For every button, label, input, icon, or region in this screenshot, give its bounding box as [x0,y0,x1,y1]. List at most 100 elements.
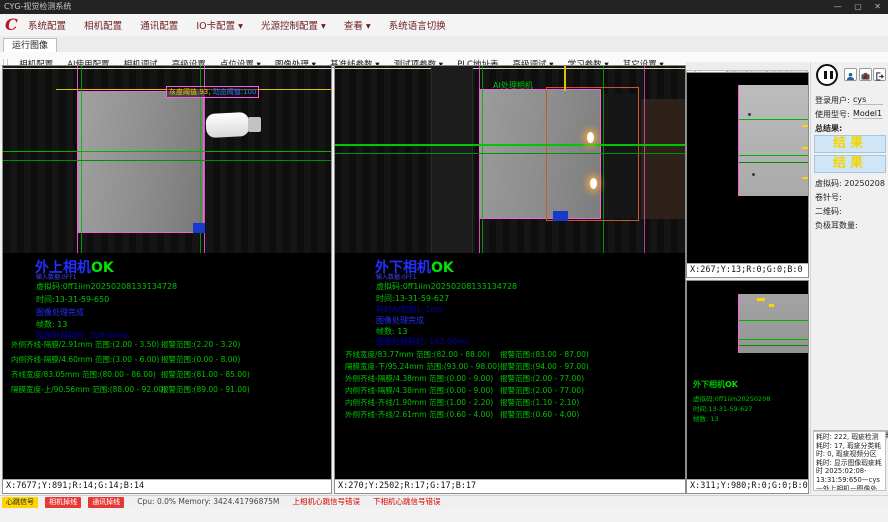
yellow-mark [802,125,808,127]
user-lock-button[interactable] [844,68,857,81]
green-hline [739,162,808,163]
control-panel: 登录用户: cys 使用型号: Model1 总结果: 结果 结果 虚拟码: 2… [810,62,888,494]
green-hline-2 [3,160,331,161]
preview2-line: 帧数: 13 [693,413,719,423]
preview1-image[interactable] [738,85,808,196]
measure-row: 隔膜宽度-下/95.24mm 范围:(93.00 - 98.00) 报警范围:(… [345,361,500,372]
camera-name: 外下相机 [693,380,725,389]
measure-row: 外侧齐线-齐线/2.61mm 范围:(0.60 - 4.00) 报警范围:(0.… [345,409,493,420]
measure-row: 齐线宽度/83.05mm 范围:(80.00 - 86.00) 报警范围:(81… [11,369,156,380]
app-logo-icon: C [5,15,18,34]
alarm-range: 报警范围:(81.00 - 85.00) [161,369,250,380]
frame-count-line: 帧数: 13 [36,319,67,330]
machine-column [431,66,473,253]
preview-tab-strip: 辅助图显示外环内视图底部内视图 [686,62,809,72]
menu-bar: C 系统配置 相机配置 通讯配置 IO卡配置 ▾ 光源控制配置 ▾ 查看 ▾ 系… [0,14,888,37]
login-user-label: 登录用户: [815,95,850,106]
blue-marker [193,223,205,233]
camera-offline-badge: 相机掉线 [45,497,81,508]
pixel-coords-preview2: X:311;Y:980;R:0;G:0;B:0 [687,479,808,493]
elapsed-line: 图像处理耗时: 163.00ms [376,336,469,347]
status-bar: 心跳信号 相机掉线 通讯掉线 Cpu: 0.0% Memory: 3424.41… [0,495,888,509]
camera-panel-lower: AI处理相机 外下相机OK 输入数据:0FF1 虚拟码:0ff1iim20250… [334,65,686,494]
bright-line [335,68,685,69]
logout-button[interactable] [873,68,886,81]
app-window: CYG-视觉检测系统 — ▢ ✕ C 系统配置 相机配置 通讯配置 IO卡配置 … [0,0,888,522]
menu-light-config[interactable]: 光源控制配置 ▾ [261,16,326,38]
measure-row: 外侧齐线-隔膜/4.38mm 范围:(0.00 - 9.00) 报警范围:(2.… [345,373,493,384]
tab-strip: 运行图像 [0,36,888,53]
camera-image-lower[interactable]: AI处理相机 [335,66,685,253]
green-hline-1 [3,151,331,152]
menu-io-config[interactable]: IO卡配置 ▾ [196,16,243,38]
measure-row: 内侧齐线-隔膜/4.60mm 范围:(3.00 - 6.00) 报警范围:(0.… [11,354,159,365]
alarm-range: 报警范围:(2.00 - 77.00) [500,385,584,396]
menu-view[interactable]: 查看 ▾ [344,16,371,38]
bright-line [3,68,331,69]
process-done-line: 图像处理完成 [376,315,424,326]
cell-region [77,91,204,233]
menu-comm-config[interactable]: 通讯配置 [140,16,178,38]
green-vline-left [482,66,483,253]
preview-panel-1: X:267;Y:13;R:0;G:0;B:0 [686,72,809,278]
camera-panel-upper: 灰度阈值:93, 动态阈值:100 外上相机OK 输入数据:0FF1 虚拟码:0… [2,65,332,494]
weld-flame-2 [590,178,597,189]
roller [205,112,249,138]
dynamic-threshold: 动态阈值:100 [213,88,257,96]
comm-offline-badge: 通讯掉线 [88,497,124,508]
camera-image-upper[interactable]: 灰度阈值:93, 动态阈值:100 [3,66,331,253]
alarm-range: 报警范围:(89.00 - 91.00) [161,384,250,395]
gray-threshold: 灰度阈值:93, [169,88,211,96]
user-lock-icon [846,72,855,81]
pause-button[interactable] [816,64,838,86]
model-label: 使用型号: [815,109,850,120]
measure-value: 隔膜宽度-上/90.56mm 范围:(88.00 - 92.00) [11,385,166,394]
alarm-range: 报警范围:(83.00 - 87.00) [500,349,589,360]
info-log-text: 耗时: 222, 瑕疵检测耗时: 17, 瑕疵分类耗时: 0, 瑕疵视频分区耗时… [813,431,886,491]
time-line: 时间:13-31-59-650 [36,294,109,305]
maximize-icon[interactable]: ▢ [849,0,867,14]
preview2-line: 虚拟码:0ff1iim20250208 [693,393,770,403]
menu-language-switch[interactable]: 系统语言切换 [389,16,446,38]
menu-camera-config[interactable]: 相机配置 [84,16,122,38]
virtual-code-line: 虚拟码:0ff1iim20250208133134728 [376,281,517,292]
login-user-value: cys [853,95,883,105]
weld-flame-1 [587,132,594,143]
roi-vline-right [644,66,645,253]
tab-run-image[interactable]: 运行图像 [3,38,57,53]
heartbeat-badge: 心跳信号 [2,497,38,508]
alarm-range: 报警范围:(94.00 - 97.00) [500,361,589,372]
preview2-image[interactable] [738,294,808,353]
result-ok: OK [431,260,454,276]
green-hline [739,345,808,346]
window-title: CYG-视觉检测系统 [0,2,71,11]
camera-button[interactable] [859,68,872,81]
measure-value: 隔膜宽度-下/95.24mm 范围:(93.00 - 98.00) [345,362,500,371]
measure-value: 内侧齐线-隔膜/4.38mm 范围:(0.00 - 9.00) [345,386,493,395]
measure-value: 外侧齐线-齐线/2.61mm 范围:(0.60 - 4.00) [345,410,493,419]
virtual-code-label: 虚拟码: 20250208 [815,178,885,189]
qr-code-label: 二维码: [815,206,842,217]
measure-row: 内侧齐线-隔膜/4.38mm 范围:(0.00 - 9.00) 报警范围:(2.… [345,385,493,396]
close-icon[interactable]: ✕ [869,0,886,14]
green-hline-2 [335,153,685,154]
minimize-icon[interactable]: — [829,0,847,14]
alarm-range: 报警范围:(0.60 - 4.00) [500,409,579,420]
pixel-coords-preview1: X:267;Y:13;R:0;G:0;B:0 [687,263,808,277]
green-vline-right [603,66,604,253]
measure-value: 齐线宽度/83.77mm 范围:(82.00 - 88.00) [345,350,490,359]
menu-system-config[interactable]: 系统配置 [28,16,66,38]
brown-region [641,99,685,219]
pixel-coords-lower: X:270;Y:2502;R:17;G:17;B:17 [335,479,685,493]
alarm-range: 报警范围:(2.00 - 77.00) [500,373,584,384]
measure-row: 外侧齐线-隔膜/2.91mm 范围:(2.00 - 3.50) 报警范围:(2.… [11,339,159,350]
input-data-line: 输入数据:0FF1 [36,272,77,281]
input-data-line: 输入数据:0FF1 [376,272,417,281]
blue-marker [553,211,568,221]
green-hline-1 [335,144,685,146]
measure-value: 内侧齐线-隔膜/4.60mm 范围:(3.00 - 6.00) [11,355,159,364]
yellow-vline [564,66,566,91]
cpu-memory-text: Cpu: 0.0% Memory: 3424.41796875M [137,496,279,508]
preview-panel-2: 外下相机OK 虚拟码:0ff1iim20250208 时间:13-31-59-6… [686,280,809,494]
result-ok: OK [725,380,738,389]
